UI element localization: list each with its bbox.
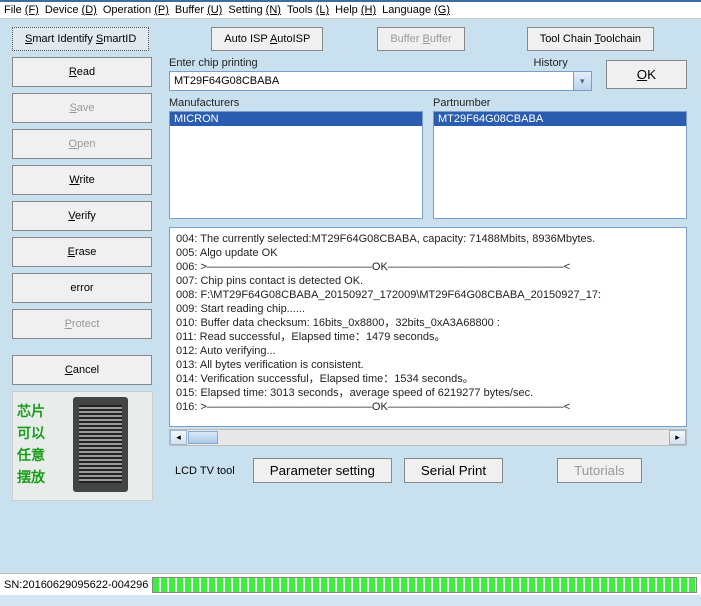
serial-print-button[interactable]: Serial Print [404,458,503,483]
scroll-right-icon[interactable]: ▸ [669,430,686,445]
log-line: 007: Chip pins contact is detected OK. [176,274,680,288]
menu-language[interactable]: Language (G) [382,4,450,16]
log-line: 011: Read successful，Elapsed time：1479 s… [176,330,680,344]
list-item[interactable]: MT29F64G08CBABA [434,112,686,126]
cancel-button[interactable]: Cancel [12,355,152,385]
log-line: 016: >———————————————OK————————————————< [176,400,680,414]
menu-file[interactable]: File (F) [4,4,39,16]
ok-button[interactable]: OK [606,60,687,89]
auto-isp-button[interactable]: Auto ISP AutoISP [211,27,323,51]
history-label: History [534,57,568,69]
save-button: Save [12,93,152,123]
log-line: 006: >———————————————OK————————————————< [176,260,680,274]
menu-setting[interactable]: Setting (N) [228,4,281,16]
log-line: 005: Algo update OK [176,246,680,260]
scroll-left-icon[interactable]: ◂ [170,430,187,445]
partnumber-label: Partnumber [433,97,687,109]
list-item[interactable]: MICRON [170,112,422,126]
chip-placement-text: 芯片 可以 任意 摆放 [17,400,45,488]
right-panel: Enter chip printing History ▾ OK Manufact… [169,57,693,501]
manufacturers-label: Manufacturers [169,97,423,109]
chip-input[interactable] [169,71,574,91]
log-line: 008: F:\MT29F64G08CBABA_20150927_172009\… [176,288,680,302]
log-line: 014: Verification successful，Elapsed tim… [176,372,680,386]
write-button[interactable]: Write [12,165,152,195]
log-panel: 004: The currently selected:MT29F64G08CB… [169,227,687,427]
main-panel: Smart Identify SmartID Auto ISP AutoISP … [0,19,701,573]
serial-number-text: SN:20160629095622-004296 [0,579,152,591]
log-line: 010: Buffer data checksum: 16bits_0x8800… [176,316,680,330]
status-bar: SN:20160629095622-004296 [0,573,701,595]
chevron-down-icon[interactable]: ▾ [574,71,592,91]
log-line: 009: Start reading chip...... [176,302,680,316]
log-line: 012: Auto verifying... [176,344,680,358]
lcd-tv-label: LCD TV tool [175,465,241,477]
menu-help[interactable]: Help (H) [335,4,376,16]
erase-button[interactable]: Erase [12,237,152,267]
error-button[interactable]: error [12,273,152,303]
scroll-thumb[interactable] [188,431,218,444]
read-button[interactable]: Read [12,57,152,87]
protect-button: Protect [12,309,152,339]
open-button: Open [12,129,152,159]
log-line: 004: The currently selected:MT29F64G08CB… [176,232,680,246]
chip-combo[interactable]: ▾ [169,71,592,91]
menu-device[interactable]: Device (D) [45,4,97,16]
verify-button[interactable]: Verify [12,201,152,231]
tool-chain-button[interactable]: Tool Chain Toolchain [527,27,654,51]
progress-bar [152,577,697,593]
menu-tools[interactable]: Tools (L) [287,4,329,16]
smart-identify-button[interactable]: Smart Identify SmartID [12,27,149,51]
parameter-setting-button[interactable]: Parameter setting [253,458,392,483]
menubar: File (F) Device (D) Operation (P) Buffer… [0,0,701,19]
log-line: 015: Elapsed time: 3013 seconds，average … [176,386,680,400]
menu-operation[interactable]: Operation (P) [103,4,169,16]
log-line: 013: All bytes verification is consisten… [176,358,680,372]
menu-buffer[interactable]: Buffer (U) [175,4,223,16]
sidebar: Read Save Open Write Verify Erase error … [8,57,163,501]
buffer-button[interactable]: Buffer Buffer [377,27,464,51]
enter-chip-label: Enter chip printing [169,57,258,69]
partnumber-list[interactable]: MT29F64G08CBABA [433,111,687,219]
socket-icon [73,397,128,492]
tutorials-button: Tutorials [557,458,642,483]
chip-placement-image: 芯片 可以 任意 摆放 [12,391,153,501]
manufacturers-list[interactable]: MICRON [169,111,423,219]
log-scrollbar[interactable]: ◂ ▸ [169,429,687,446]
